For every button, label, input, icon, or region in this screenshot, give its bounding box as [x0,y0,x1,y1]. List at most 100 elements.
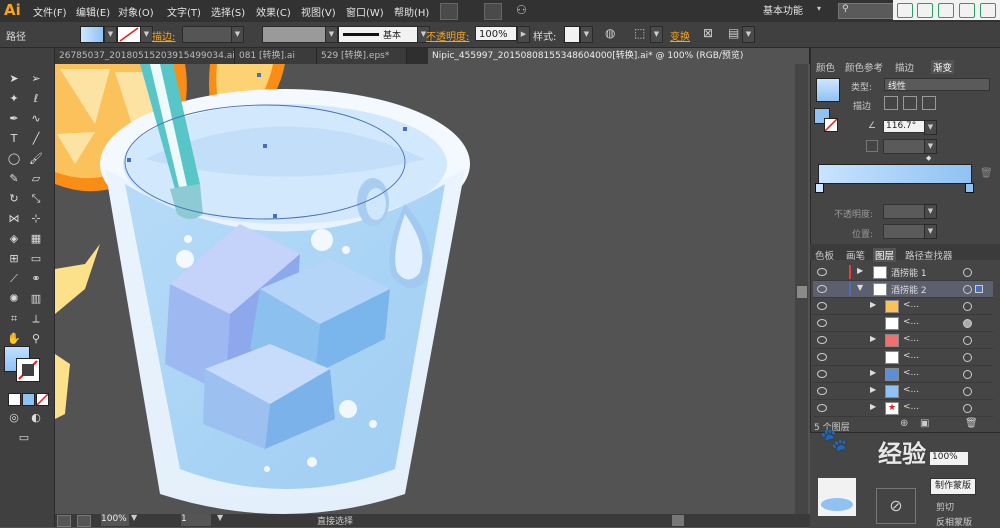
menu-object[interactable]: 对象(O) [118,4,154,19]
menu-file[interactable]: 文件(F) [33,4,67,19]
color-mode-icon[interactable] [8,393,21,406]
visibility-eye-icon[interactable] [817,353,827,361]
delete-stop-icon[interactable]: 🗑 [980,168,993,179]
angle-dropdown[interactable]: ▼ [924,120,937,135]
visibility-eye-icon[interactable] [817,370,827,378]
tab-gradient[interactable]: 渐变 [931,60,955,74]
transform-label[interactable]: 变换 [670,28,690,43]
menu-view[interactable]: 视图(V) [301,4,336,19]
panel-menu-icon[interactable]: ▤ [728,26,739,40]
target-circle-icon[interactable] [963,404,972,413]
pen-tool-icon[interactable]: ✒ [6,112,22,126]
recolor-artwork-icon[interactable]: ◍ [605,26,615,40]
expand-arrow-icon[interactable]: ▶ [870,334,876,343]
menu-type[interactable]: 文字(T) [167,4,201,19]
opacity-label[interactable]: 不透明度: [426,28,469,43]
align-icon[interactable]: ⬚ [634,26,645,40]
fill-swatch[interactable] [80,26,104,43]
expand-arrow-icon[interactable]: ▶ [870,385,876,394]
gradient-opacity-dropdown[interactable]: ▼ [924,204,937,219]
sublayer-row[interactable]: ▶ <... [813,383,993,400]
artboard-tool-icon[interactable]: ⌗ [6,312,22,326]
ellipse-tool-icon[interactable]: ◯ [6,152,22,166]
sublayer-row[interactable]: <... [813,315,993,332]
tab-brushes[interactable]: 画笔 [846,248,865,262]
gradient-tool-icon[interactable]: ▭ [28,252,44,266]
symbol-sprayer-tool-icon[interactable]: ✺ [6,292,22,306]
slice-tool-icon[interactable]: ⟂ [28,312,44,326]
width-tool-icon[interactable]: ⋈ [6,212,22,226]
visibility-eye-icon[interactable] [817,268,827,276]
tab-stroke[interactable]: 描边 [895,60,914,74]
tab-pathfinder[interactable]: 路径查找器 [905,248,953,262]
make-mask-button[interactable]: 制作蒙版 [930,478,976,495]
opacity-dropdown[interactable]: ▶ [517,26,530,43]
workspace-switcher[interactable]: 基本功能 [763,2,803,17]
rotate-tool-icon[interactable]: ↻ [6,192,22,206]
collapse-arrow-icon[interactable]: ▼ [857,283,863,292]
graphic-style-swatch[interactable] [564,26,580,43]
angle-field[interactable]: 116.7° [883,120,925,133]
draw-behind-icon[interactable]: ◐ [28,411,44,425]
menu-help[interactable]: 帮助(H) [394,4,429,19]
visibility-eye-icon[interactable] [817,404,827,412]
menu-edit[interactable]: 编辑(E) [76,4,110,19]
target-circle-icon[interactable] [963,285,972,294]
isolate-icon[interactable]: ⊠ [703,26,713,40]
previous-artboard-icon[interactable] [77,515,91,527]
tab-document-3[interactable]: 529 [转换].eps* [317,48,407,64]
stroke-proxy[interactable] [824,118,838,132]
blend-tool-icon[interactable]: ⚭ [28,272,44,286]
expand-arrow-icon[interactable]: ▶ [870,368,876,377]
gradient-opacity-field[interactable] [883,204,927,219]
pencil-tool-icon[interactable]: ✎ [6,172,22,186]
menu-window[interactable]: 窗口(W) [346,4,384,19]
target-circle-icon[interactable] [963,268,972,277]
sublayer-row[interactable]: ▶ <... [813,366,993,383]
gradient-stop-start[interactable] [815,183,824,193]
panel-menu-dropdown[interactable]: ▼ [742,26,755,43]
curvature-tool-icon[interactable]: ∿ [28,112,44,126]
visibility-eye-icon[interactable] [817,336,827,344]
sublayer-row[interactable]: <... [813,349,993,366]
zoom-tool-icon[interactable]: ⚲ [28,332,44,346]
artboard-number-field[interactable]: 1 [181,514,211,526]
gradient-stop-end[interactable] [965,183,974,193]
free-transform-tool-icon[interactable]: ⊹ [28,212,44,226]
stroke-label[interactable]: 描边: [152,28,175,43]
target-circle-icon[interactable] [963,336,972,345]
gradient-swatch[interactable] [816,78,840,102]
paintbrush-tool-icon[interactable]: 🖌 [28,152,44,166]
selection-tool-icon[interactable]: ➤ [6,72,22,86]
opacity-field[interactable]: 100% [475,26,517,41]
zoom-field[interactable]: 100% [101,514,129,526]
tab-layers[interactable]: 图层 [873,248,897,262]
aspect-dropdown[interactable]: ▼ [924,139,937,154]
sublayer-row[interactable]: ▶ ★ <... [813,400,993,417]
gradient-slider[interactable] [818,164,972,184]
tab-color-guide[interactable]: 颜色参考 [845,60,883,74]
target-circle-icon[interactable] [963,302,972,311]
target-circle-icon[interactable] [963,370,972,379]
midpoint-diamond-icon[interactable]: ◆ [926,154,931,162]
target-circle-icon[interactable] [963,353,972,362]
tab-swatches[interactable]: 色板 [815,248,834,262]
mask-thumbnail-icon[interactable]: ⊘ [876,488,916,524]
arrange-documents-icon[interactable] [484,3,502,20]
aspect-field[interactable] [883,139,927,154]
search-input[interactable]: ⚲ [838,3,895,19]
stroke-gradient-option-2[interactable] [903,96,917,110]
expand-arrow-icon[interactable]: ▶ [870,402,876,411]
zoom-dropdown-icon[interactable]: ▼ [131,513,137,522]
tab-document-1[interactable]: 26785037_20180515203915499034.ai* [55,48,235,64]
direct-selection-tool-icon[interactable]: ➢ [28,72,44,86]
visibility-eye-icon[interactable] [817,387,827,395]
invert-mask-label[interactable]: 反相蒙版 [936,515,972,528]
hscroll-thumb[interactable] [672,515,684,526]
magic-wand-tool-icon[interactable]: ✦ [6,92,22,106]
perspective-grid-tool-icon[interactable]: ▦ [28,232,44,246]
delete-layer-icon[interactable]: 🗑 [965,418,978,429]
expand-arrow-icon[interactable]: ▶ [870,300,876,309]
vertical-scrollbar-thumb[interactable] [797,286,807,298]
column-graph-tool-icon[interactable]: ▥ [28,292,44,306]
